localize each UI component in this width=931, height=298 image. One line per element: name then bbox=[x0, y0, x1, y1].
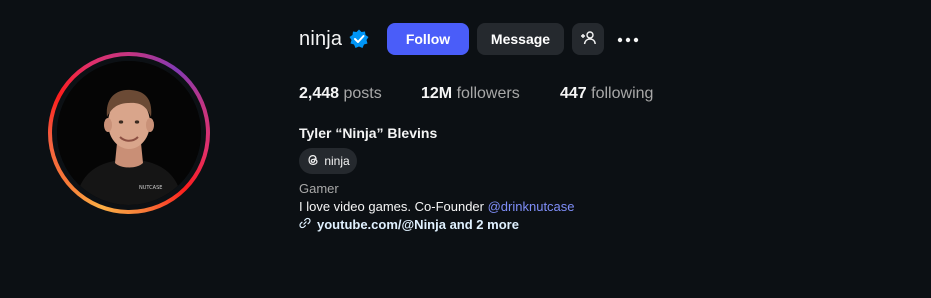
following-label: following bbox=[591, 85, 654, 102]
bio-mention-link[interactable]: @drinknutcase bbox=[488, 199, 575, 214]
followers-stat[interactable]: 12M followers bbox=[421, 85, 520, 103]
add-user-icon bbox=[580, 30, 596, 49]
username[interactable]: ninja bbox=[299, 28, 342, 51]
threads-handle: ninja bbox=[324, 154, 350, 168]
more-options-icon bbox=[616, 31, 640, 47]
following-count: 447 bbox=[560, 85, 587, 102]
avatar-photo: NUTCASE bbox=[57, 61, 201, 205]
profile-category: Gamer bbox=[299, 181, 339, 196]
followers-count: 12M bbox=[421, 85, 453, 102]
full-name: Tyler “Ninja” Blevins bbox=[299, 125, 438, 141]
avatar[interactable]: NUTCASE bbox=[57, 61, 201, 205]
link-icon bbox=[299, 217, 311, 232]
threads-icon bbox=[306, 153, 320, 170]
posts-label: posts bbox=[343, 85, 382, 102]
posts-stat: 2,448 posts bbox=[299, 85, 382, 103]
more-options-button[interactable] bbox=[612, 23, 644, 55]
verified-badge-icon bbox=[349, 29, 369, 49]
threads-link[interactable]: ninja bbox=[299, 148, 357, 174]
posts-count: 2,448 bbox=[299, 85, 340, 102]
following-stat[interactable]: 447 following bbox=[560, 85, 653, 103]
shirt-logo-text: NUTCASE bbox=[139, 185, 162, 191]
avatar-gap: NUTCASE bbox=[52, 56, 206, 210]
external-link-text: youtube.com/@Ninja and 2 more bbox=[317, 217, 519, 232]
message-button[interactable]: Message bbox=[477, 23, 564, 55]
profile-avatar-ring[interactable]: NUTCASE bbox=[48, 52, 210, 214]
bio-text: I love video games. Co-Founder bbox=[299, 199, 488, 214]
followers-label: followers bbox=[456, 85, 520, 102]
follow-button[interactable]: Follow bbox=[387, 23, 469, 55]
profile-header: ninja bbox=[299, 23, 369, 55]
bio: I love video games. Co-Founder @drinknut… bbox=[299, 199, 575, 214]
suggested-users-button[interactable] bbox=[572, 23, 604, 55]
external-links[interactable]: youtube.com/@Ninja and 2 more bbox=[299, 217, 519, 232]
